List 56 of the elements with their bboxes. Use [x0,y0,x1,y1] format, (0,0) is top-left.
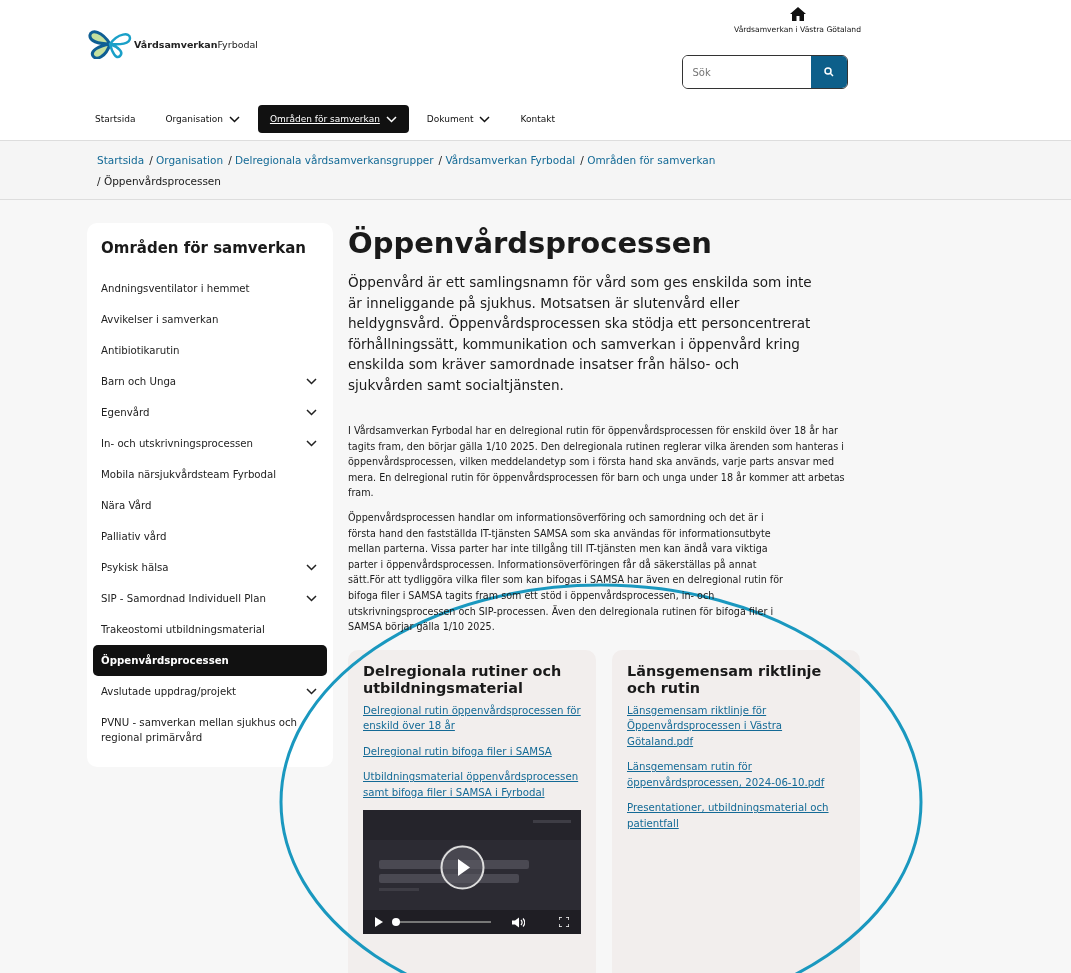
sidebar-item[interactable]: Avslutade uppdrag/projekt [93,676,327,707]
sidebar-item[interactable]: Palliativ vård [93,521,327,552]
play-icon[interactable] [375,917,383,928]
video-player[interactable] [363,810,581,935]
sidebar-item[interactable]: Barn och Unga [93,366,327,397]
sidebar-item[interactable]: Andningsventilator i hemmet [93,273,327,304]
breadcrumb-separator: / [580,154,584,166]
sidebar-item[interactable]: Antibiotikarutin [93,335,327,366]
breadcrumb-current: Öppenvårdsprocessen [103,175,221,187]
nav-tab[interactable]: Dokument [414,105,503,133]
breadcrumb-link[interactable]: Organisation [156,154,224,166]
document-link[interactable]: Länsgemensam rutin för öppenvårdsprocessen, 2024-06-10.pdf [627,759,845,791]
sidebar-item[interactable]: Avvikelser i samverkan [93,304,327,335]
breadcrumb-separator: / [97,175,101,187]
sidebar-item[interactable]: Trakeostomi utbildningsmaterial [93,614,327,645]
sidebar-item[interactable]: In- och utskrivningsprocessen [93,428,327,459]
breadcrumb-link[interactable]: Områden för samverkan [587,154,716,166]
breadcrumb-link[interactable]: Vårdsamverkan Fyrbodal [445,154,576,166]
search-icon [823,67,834,77]
page-title: Öppenvårdsprocessen [348,226,713,260]
breadcrumb-separator: / [149,154,153,166]
nav-tab[interactable]: Områden för samverkan [257,105,409,133]
sidebar-item[interactable]: Mobila närsjukvårdsteam Fyrbodal [93,459,327,490]
progress-bar[interactable] [393,921,491,924]
breadcrumb-link[interactable]: Delregionala vårdsamverkansgrupper [235,154,434,166]
home-icon [789,7,806,21]
sidebar-item[interactable]: SIP - Samordnad Individuell Plan [93,583,327,614]
fullscreen-icon[interactable] [559,917,569,928]
breadcrumb-separator: / [228,154,232,166]
sidebar-item[interactable]: Psykisk hälsa [93,552,327,583]
nav-tab[interactable]: Kontakt [508,105,567,133]
search-field[interactable]: Sök [681,55,848,89]
search-button[interactable] [810,56,847,88]
butterfly-logo-icon [88,29,132,59]
site-logo[interactable]: VårdsamverkanFyrbodal [88,28,258,60]
logo-text: VårdsamverkanFyrbodal [134,38,258,50]
sidebar-item[interactable]: PVNU - samverkan mellan sjukhus och regional primärvård [93,707,327,753]
document-link[interactable]: Länsgemensam riktlinje för Öppenvårdsprocessen i Västra Götaland.pdf [627,702,845,750]
document-link[interactable]: Delregional rutin bifoga filer i SAMSA [363,743,581,760]
lead-paragraph: Öppenvård är ett samlingsnamn för vård som ges enskilda som inte är inneliggande på sjukhus. Motsatsen är slutenvård eller heldygnsvård. Öppenvårdsprocessen ska stödja ett personcentrerat förhållningssätt, kommunikation och samverkan i öppenvård kring enskilda som kräver samordnade insatser från hälso- och sjukvården samt socialtjänsten. [348,273,813,395]
sidebar-item[interactable]: Nära Vård [93,490,327,521]
nav-tab[interactable]: Startsida [83,105,148,133]
sidebar-item[interactable]: Öppenvårdsprocessen [93,645,327,676]
breadcrumb-separator: / [438,154,443,166]
breadcrumb-link[interactable]: Startsida [97,154,145,166]
document-link[interactable]: Presentationer, utbildningsmaterial och patientfall [627,800,845,832]
card-title: Delregionala rutiner och utbildningsmaterial [363,662,563,697]
body-paragraph: I Vårdsamverkan Fyrbodal har en delregional rutin för öppenvårdsprocessen för enskild över 18 år har tagits fram, den börjar gälla 1/10 2025. Den delregionala rutinen reglerar vilka ärenden som hanteras i öppenvårdsprocessen, vilken meddelandetyp som i första hand ska används, varje parts ansvar med mera. En delregional rutin för öppenvårdsprocessen för barn och unga under 18 år kommer att arbetas fram. [348,423,846,501]
document-link[interactable]: Delregional rutin öppenvårdsprocessen för enskild över 18 år [363,702,581,734]
nav-tab[interactable]: Organisation [153,105,252,133]
volume-icon[interactable] [512,916,525,928]
play-button-icon[interactable] [440,845,485,891]
card-title: Länsgemensam riktlinje och rutin [627,662,823,697]
sidebar-title: Områden för samverkan [101,239,307,257]
document-link[interactable]: Utbildningsmaterial öppenvårdsprocessen samt bifoga filer i SAMSA i Fyrbodal [363,769,581,801]
sidebar-item[interactable]: Egenvård [93,397,327,428]
